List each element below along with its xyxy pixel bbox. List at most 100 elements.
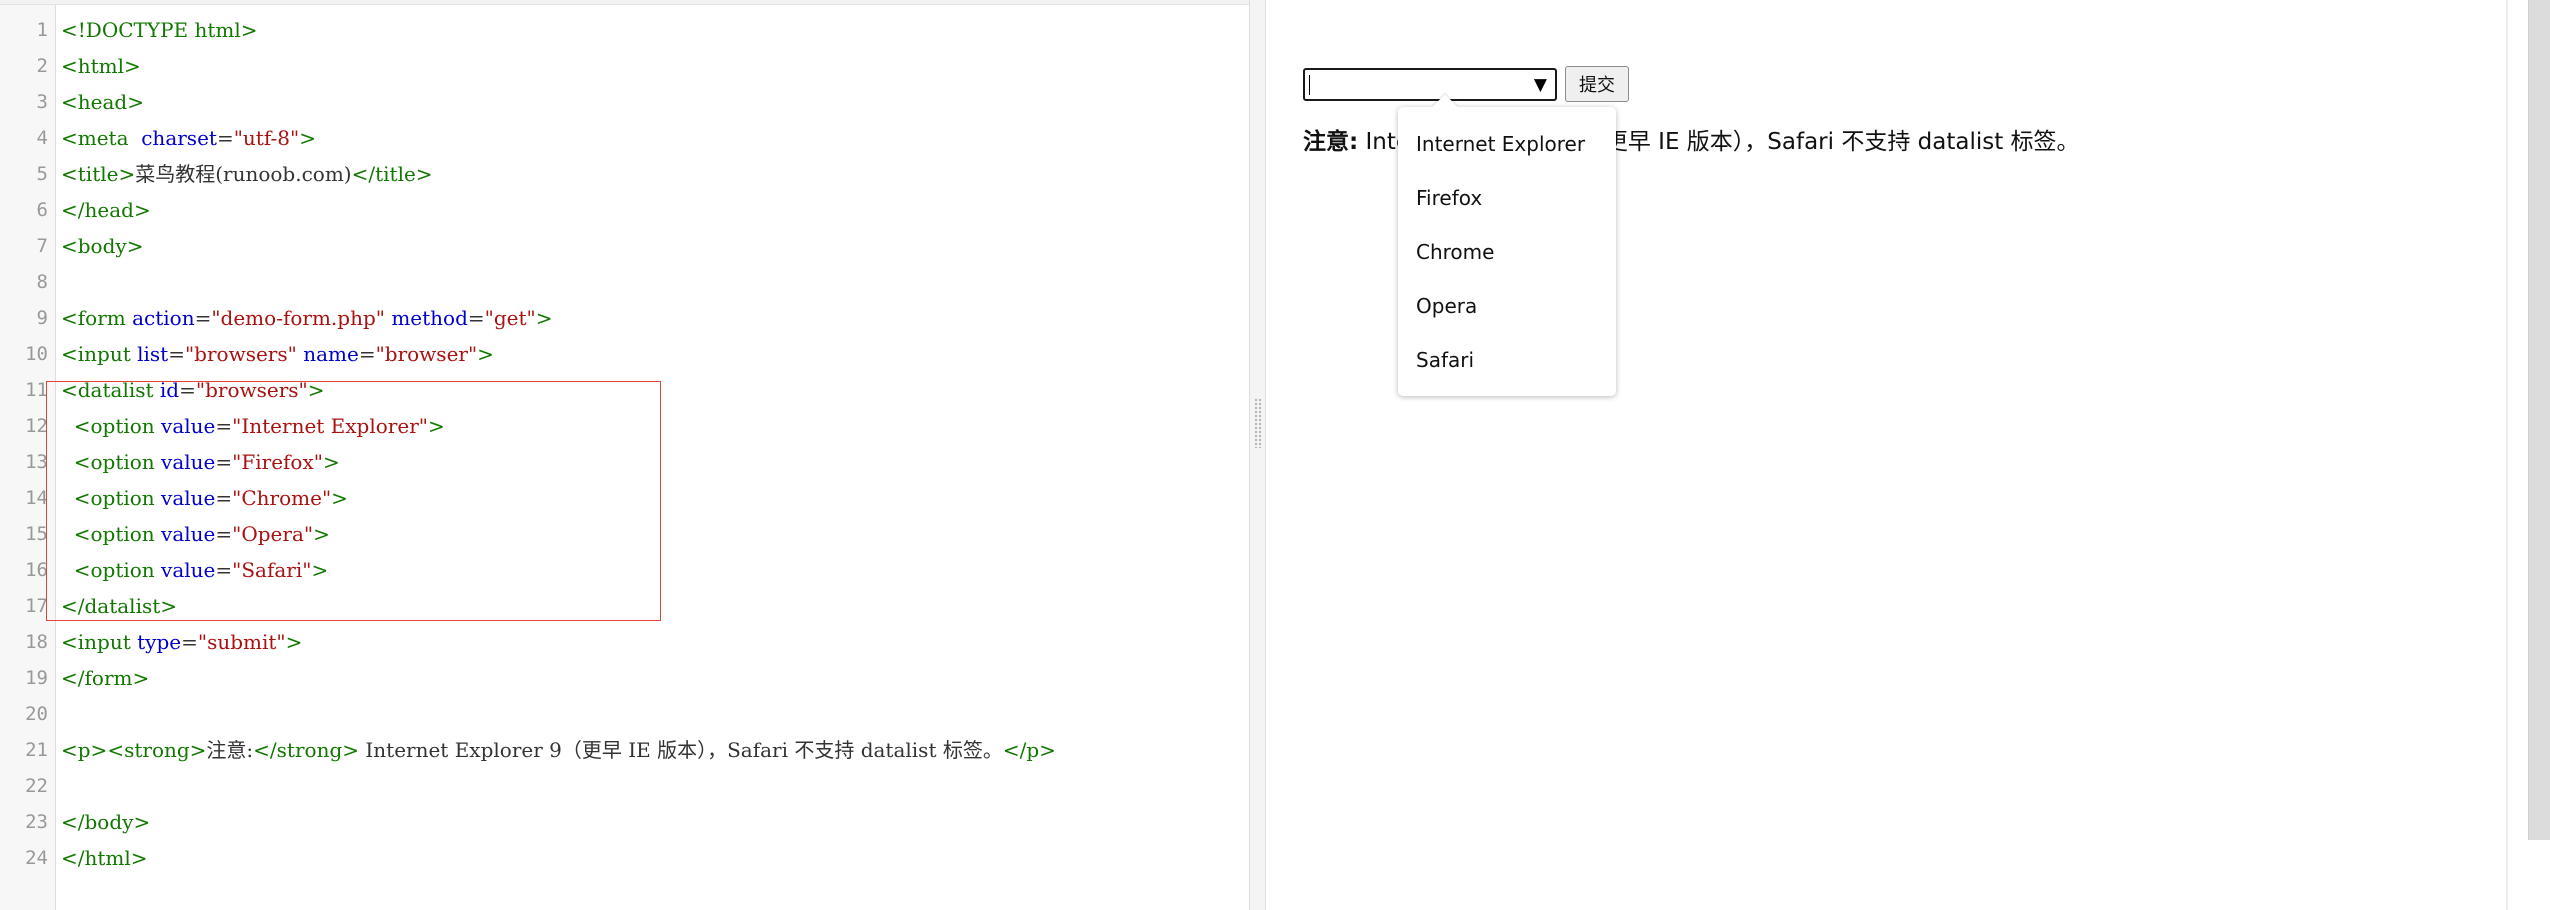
code-token: 菜鸟教程(runoob.com) xyxy=(135,162,352,186)
pane-splitter[interactable] xyxy=(1250,0,1266,910)
code-token: = xyxy=(215,414,233,438)
code-token: = xyxy=(358,342,376,366)
code-token: <input xyxy=(61,630,138,654)
code-line[interactable]: <input list="browsers" name="browser"> xyxy=(61,336,494,372)
code-token: "submit" xyxy=(197,630,286,654)
code-line[interactable]: <!DOCTYPE html> xyxy=(61,12,258,48)
code-token: value xyxy=(161,414,216,438)
code-token: <option xyxy=(73,486,162,510)
code-line[interactable]: <option value="Safari"> xyxy=(61,552,329,588)
code-token: name xyxy=(303,342,359,366)
code-token: list xyxy=(137,342,169,366)
datalist-option-firefox[interactable]: Firefox xyxy=(1398,171,1616,225)
submit-button[interactable]: 提交 xyxy=(1565,66,1629,102)
code-token: 注意: xyxy=(206,738,254,762)
code-line[interactable]: <option value="Internet Explorer"> xyxy=(61,408,445,444)
code-token: id xyxy=(159,378,180,402)
datalist-suggestions-popup: Internet Explorer Firefox Chrome Opera S… xyxy=(1398,94,1616,396)
code-editor[interactable]: 1 2 3 4 5 6 7 8 9 10 11 12 13 14 15 16 17 18 19 20 21 22 23 24 … xyxy=(0,0,1250,910)
line-number: 16 xyxy=(25,559,48,581)
code-token: <input xyxy=(61,342,138,366)
line-number: 22 xyxy=(25,775,48,797)
note-label: 注意: xyxy=(1303,129,1359,155)
code-token: action xyxy=(132,306,195,330)
line-number: 6 xyxy=(36,199,48,221)
code-line[interactable]: <option value="Firefox"> xyxy=(61,444,340,480)
code-line[interactable]: <meta charset="utf-8"> xyxy=(61,120,316,156)
code-token: > xyxy=(285,630,303,654)
code-token: value xyxy=(161,486,216,510)
code-token: </p> xyxy=(1002,738,1056,762)
code-token: </body> xyxy=(61,810,151,834)
code-token: = xyxy=(215,450,233,474)
code-token: "Chrome" xyxy=(232,486,332,510)
code-token: "Firefox" xyxy=(232,450,323,474)
code-token: <title> xyxy=(61,162,136,186)
line-number-gutter: 1 2 3 4 5 6 7 8 9 10 11 12 13 14 15 16 17 18 19 20 21 22 23 24 xyxy=(0,5,56,910)
code-line[interactable]: <p><strong>注意:</strong> Internet Explore… xyxy=(61,732,1056,768)
editor-top-border xyxy=(0,0,1249,5)
code-token: </form> xyxy=(61,666,150,690)
code-line[interactable]: <option value="Opera"> xyxy=(61,516,330,552)
datalist-option-opera[interactable]: Opera xyxy=(1398,279,1616,333)
page-scrollbar-thumb[interactable] xyxy=(2528,0,2550,840)
code-token: <body> xyxy=(61,234,144,258)
line-number: 5 xyxy=(36,163,48,185)
code-token: > xyxy=(427,414,445,438)
code-token: = xyxy=(467,306,485,330)
code-token: </html> xyxy=(61,846,148,870)
code-token: = xyxy=(215,522,233,546)
code-line[interactable]: </html> xyxy=(61,840,148,876)
code-line[interactable]: </head> xyxy=(61,192,151,228)
line-number: 8 xyxy=(36,271,48,293)
code-token: <head> xyxy=(61,90,144,114)
code-token: = xyxy=(179,378,196,402)
code-line[interactable]: </datalist> xyxy=(61,588,177,624)
code-token: <!DOCTYPE html> xyxy=(61,18,258,42)
code-line[interactable]: </form> xyxy=(61,660,149,696)
code-line[interactable]: <body> xyxy=(61,228,143,264)
code-token: charset xyxy=(141,126,217,150)
code-token: </datalist> xyxy=(61,594,178,618)
code-token: "browsers" xyxy=(184,342,297,366)
line-number: 12 xyxy=(25,415,48,437)
dropdown-arrow-icon[interactable]: ▼ xyxy=(1534,74,1547,96)
code-line[interactable]: </body> xyxy=(61,804,150,840)
code-token: <datalist xyxy=(61,378,160,402)
datalist-option-safari[interactable]: Safari xyxy=(1398,333,1616,387)
code-token: > xyxy=(477,342,494,366)
code-token: > xyxy=(322,450,340,474)
code-line[interactable]: <form action="demo-form.php" method="get… xyxy=(61,300,553,336)
browser-datalist-input[interactable]: ▼ xyxy=(1303,68,1557,101)
code-line[interactable]: <input type="submit"> xyxy=(61,624,302,660)
code-token: </head> xyxy=(61,198,151,222)
code-token: = xyxy=(215,558,233,582)
scrollbar-edge xyxy=(2506,0,2508,910)
code-token: </strong> xyxy=(253,738,360,762)
code-token: > xyxy=(313,522,330,546)
line-number: 15 xyxy=(25,523,48,545)
line-number: 2 xyxy=(36,55,48,77)
code-token: "Opera" xyxy=(232,522,314,546)
datalist-option-internet-explorer[interactable]: Internet Explorer xyxy=(1398,117,1616,171)
code-line[interactable]: <option value="Chrome"> xyxy=(61,480,348,516)
code-line[interactable]: <datalist id="browsers"> xyxy=(61,372,325,408)
code-token: <option xyxy=(73,414,162,438)
datalist-option-chrome[interactable]: Chrome xyxy=(1398,225,1616,279)
code-token: </title> xyxy=(351,162,433,186)
code-line[interactable]: <html> xyxy=(61,48,141,84)
code-line[interactable]: <head> xyxy=(61,84,144,120)
code-line[interactable]: <title>菜鸟教程(runoob.com)</title> xyxy=(61,156,433,192)
line-number: 21 xyxy=(25,739,48,761)
code-token: > xyxy=(331,486,348,510)
code-token: <meta xyxy=(61,126,142,150)
code-token: value xyxy=(161,558,216,582)
text-caret xyxy=(1309,75,1310,95)
splitter-grip-icon[interactable] xyxy=(1254,398,1262,448)
code-token: = xyxy=(168,342,185,366)
code-token: "Safari" xyxy=(232,558,312,582)
